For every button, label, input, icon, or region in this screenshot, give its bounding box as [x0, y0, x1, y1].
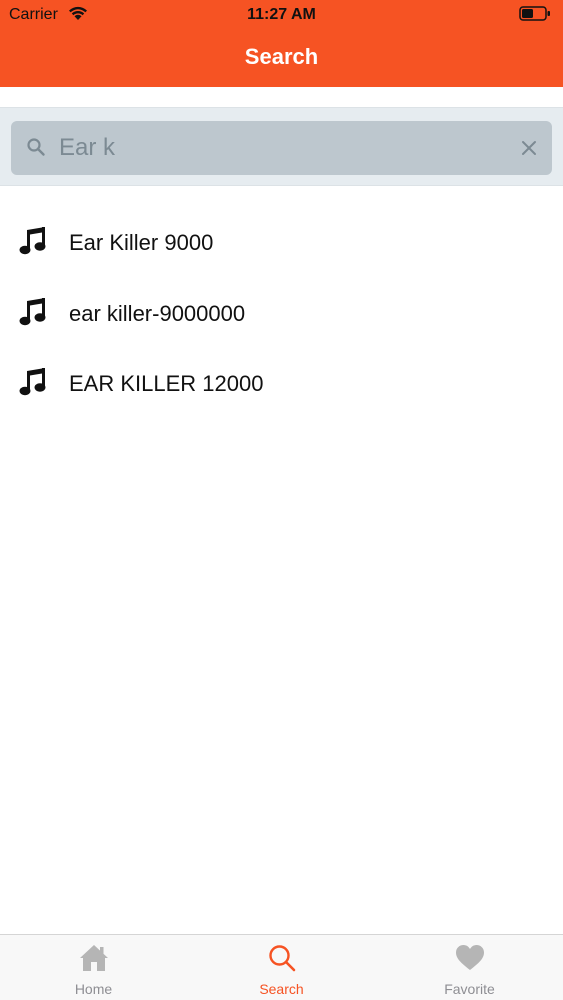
status-time: 11:27 AM	[247, 6, 316, 23]
tab-home[interactable]: Home	[0, 935, 187, 1000]
tab-search[interactable]: Search	[188, 935, 375, 1000]
search-icon	[268, 945, 295, 972]
list-item[interactable]: Ear Killer 9000	[0, 206, 563, 277]
music-note-icon	[19, 227, 46, 255]
search-screen: Carrier 11:27 AM Search Ear k Ear Killer…	[0, 0, 563, 1000]
search-icon	[27, 138, 45, 156]
status-bar: Carrier 11:27 AM	[0, 0, 563, 30]
music-note-icon	[19, 297, 46, 325]
tab-bar: Home Search Favorite	[0, 934, 563, 1000]
clear-icon[interactable]	[520, 139, 538, 157]
page-title: Search	[244, 44, 319, 69]
tab-label: Favorite	[444, 981, 495, 997]
header-bar: Carrier 11:27 AM Search	[0, 0, 563, 87]
home-icon	[79, 945, 108, 971]
tab-label: Home	[74, 981, 113, 997]
tab-favorite[interactable]: Favorite	[376, 935, 563, 1000]
search-field[interactable]	[11, 121, 552, 175]
list-item[interactable]: ear killer-9000000	[0, 277, 563, 348]
results-list: Ear Killer 9000 ear killer-9000000 EAR K…	[0, 206, 563, 418]
search-input[interactable]	[59, 129, 499, 167]
result-title: EAR KILLER 12000	[69, 371, 264, 396]
list-item[interactable]: EAR KILLER 12000	[0, 347, 563, 418]
result-title: Ear Killer 9000	[69, 230, 214, 255]
battery-icon	[519, 6, 550, 21]
tab-label: Search	[259, 981, 304, 997]
music-note-icon	[19, 368, 46, 396]
result-title: ear killer-9000000	[69, 300, 246, 326]
search-bar-container	[0, 107, 563, 186]
heart-icon	[455, 945, 484, 970]
